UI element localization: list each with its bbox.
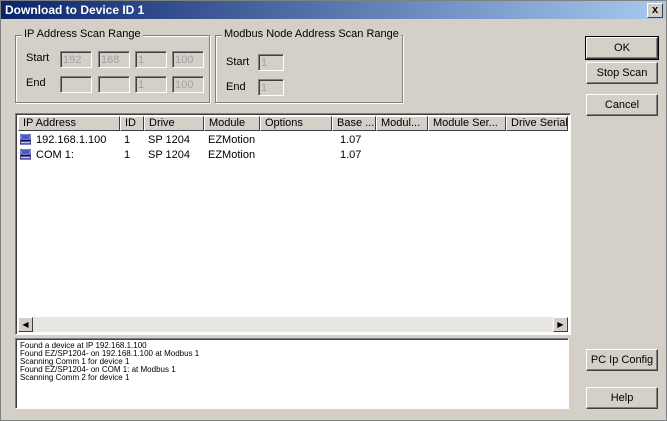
column-base[interactable]: Base ...: [332, 116, 376, 131]
computer-device-icon: [20, 134, 31, 145]
modbus-scan-group: Modbus Node Address Scan Range Start End…: [215, 28, 403, 103]
column-module-serial[interactable]: Module Ser...: [428, 116, 506, 131]
column-id[interactable]: ID: [120, 116, 144, 131]
device-list[interactable]: IP Address ID Drive Module Options Base …: [15, 113, 571, 335]
ip-start-octet-2[interactable]: 168: [98, 51, 130, 68]
cell-module: EZMotion: [208, 134, 256, 146]
horizontal-scrollbar[interactable]: ◀ ▶: [18, 317, 568, 332]
download-dialog: Download to Device ID 1 x IP Address Sca…: [0, 0, 667, 421]
scan-log[interactable]: Found a device at IP 192.168.1.100 Found…: [15, 338, 569, 409]
arrow-right-icon[interactable]: ▶: [553, 317, 568, 332]
cancel-button[interactable]: Cancel: [586, 94, 658, 116]
cell-drive: SP 1204: [148, 134, 191, 146]
arrow-left-icon[interactable]: ◀: [18, 317, 33, 332]
cell-module: EZMotion: [208, 149, 256, 161]
modbus-start-field[interactable]: 1: [258, 54, 284, 71]
cell-id: 1: [124, 134, 131, 146]
ip-start-octet-4[interactable]: 100: [172, 51, 204, 68]
column-module-version[interactable]: Modul...: [376, 116, 428, 131]
column-drive-serial[interactable]: Drive Serial: [506, 116, 568, 131]
title-bar: Download to Device ID 1 x: [1, 1, 666, 19]
modbus-start-label: Start: [226, 56, 250, 68]
modbus-end-label: End: [226, 81, 246, 93]
ip-start-octet-1[interactable]: 192: [60, 51, 92, 68]
ip-end-octet-3[interactable]: 1: [135, 76, 167, 93]
ip-scan-group: IP Address Scan Range Start End 192 168 …: [15, 28, 210, 103]
ip-scan-title: IP Address Scan Range: [22, 28, 143, 40]
window-title: Download to Device ID 1: [5, 3, 145, 17]
cell-id: 1: [124, 149, 131, 161]
pc-ip-config-button[interactable]: PC Ip Config: [586, 349, 658, 371]
modbus-scan-title: Modbus Node Address Scan Range: [222, 28, 401, 40]
cell-ip-address: COM 1:: [36, 149, 74, 161]
ip-end-octet-4[interactable]: 100: [172, 76, 204, 93]
close-button[interactable]: x: [647, 3, 663, 18]
log-line: Scanning Comm 2 for device 1: [20, 373, 130, 382]
ip-end-octet-2[interactable]: [98, 76, 130, 93]
cell-base: 1.07: [340, 134, 362, 146]
ok-button[interactable]: OK: [585, 36, 659, 60]
cell-drive: SP 1204: [148, 149, 191, 161]
column-module[interactable]: Module: [204, 116, 260, 131]
ip-end-octet-1[interactable]: [60, 76, 92, 93]
ip-end-label: End: [26, 77, 46, 89]
column-drive[interactable]: Drive: [144, 116, 204, 131]
cell-base: 1.07: [340, 149, 362, 161]
column-options[interactable]: Options: [260, 116, 332, 131]
cell-ip-address: 192.168.1.100: [36, 134, 107, 146]
modbus-end-field[interactable]: 1: [258, 79, 284, 96]
ip-start-label: Start: [26, 52, 50, 64]
ip-start-octet-3[interactable]: 1: [135, 51, 167, 68]
stop-scan-button[interactable]: Stop Scan: [586, 62, 658, 84]
table-row[interactable]: COM 1: 1 SP 1204 EZMotion 1.07: [18, 148, 568, 162]
help-button[interactable]: Help: [586, 387, 658, 409]
computer-device-icon: [20, 149, 31, 160]
table-row[interactable]: 192.168.1.100 1 SP 1204 EZMotion 1.07: [18, 133, 568, 147]
list-header: IP Address ID Drive Module Options Base …: [18, 116, 568, 131]
column-ip-address[interactable]: IP Address: [18, 116, 120, 131]
